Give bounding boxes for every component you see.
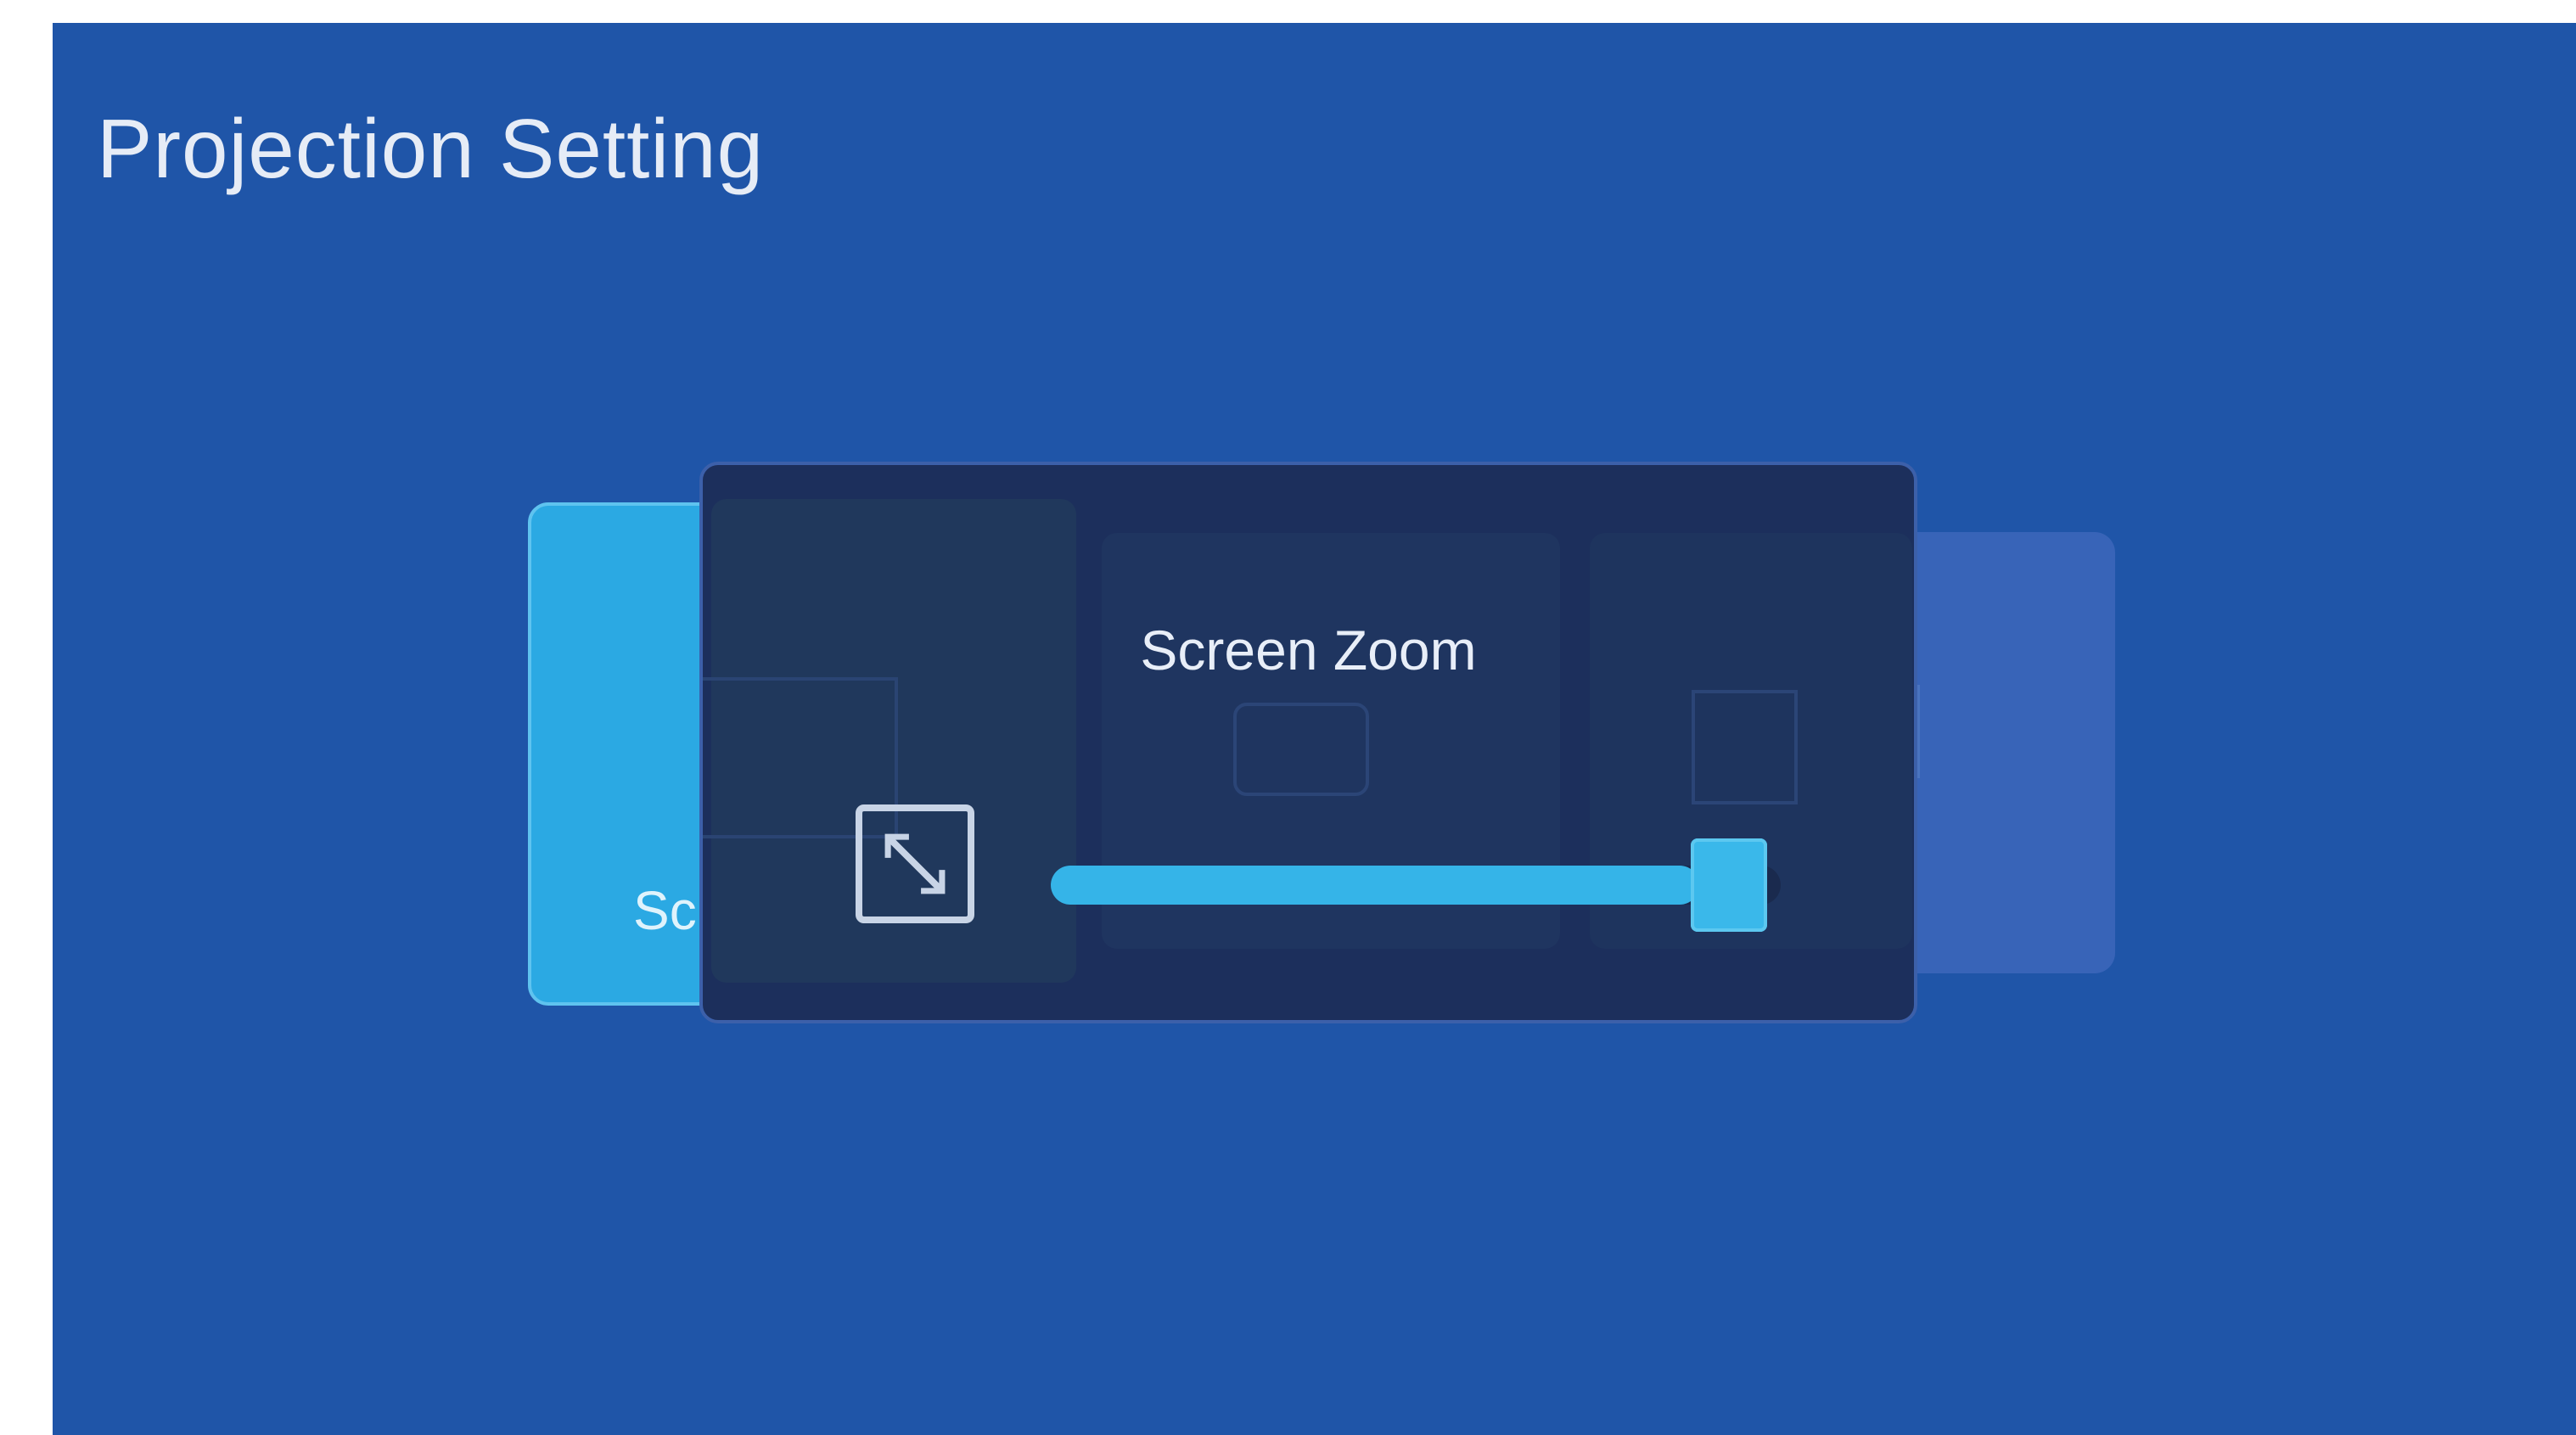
menu-card-label: Sc: [633, 880, 697, 941]
slider-fill: [1051, 866, 1700, 905]
background-square-icon: [1692, 690, 1798, 804]
projector-screen: Projection Setting Sc Screen Zoom: [53, 23, 2576, 1435]
background-camera-icon: [1233, 703, 1369, 796]
screen-zoom-dialog: Screen Zoom: [699, 462, 1917, 1023]
resize-diagonal-icon: [856, 804, 974, 923]
dialog-title: Screen Zoom: [1140, 619, 1477, 681]
zoom-slider[interactable]: [1051, 838, 1781, 932]
slider-thumb[interactable]: [1691, 838, 1768, 932]
page-title: Projection Setting: [97, 102, 765, 195]
